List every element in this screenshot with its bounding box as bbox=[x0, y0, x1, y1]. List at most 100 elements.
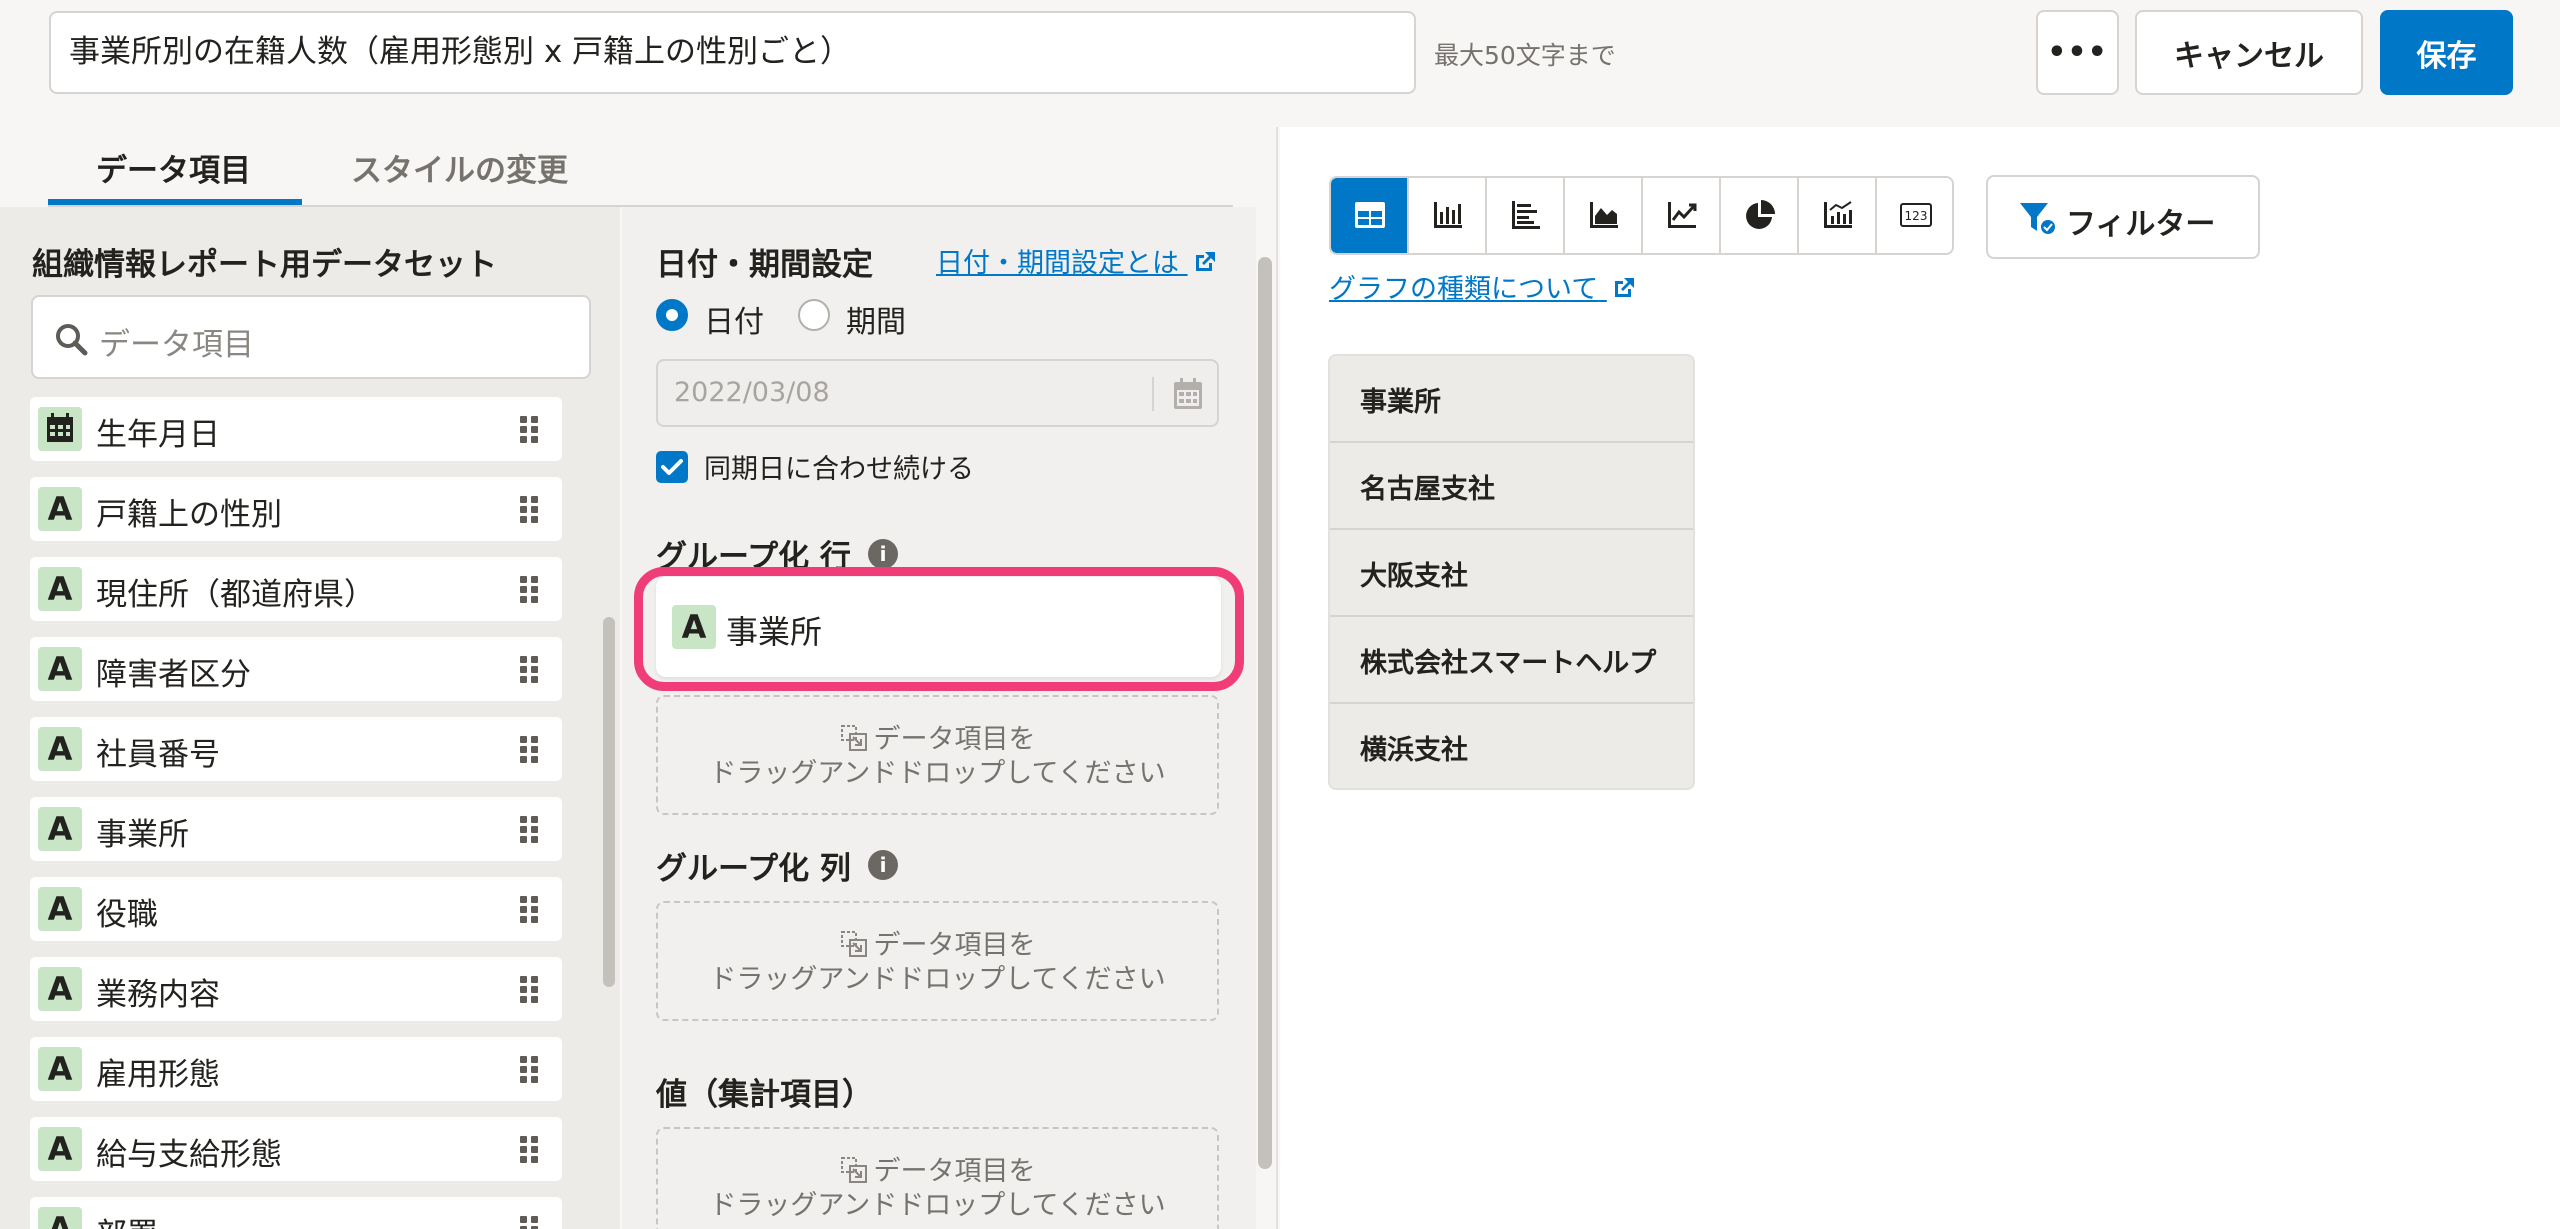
drag-handle-icon[interactable] bbox=[518, 1214, 540, 1229]
date-field-divider bbox=[1152, 377, 1154, 411]
area-chart-icon bbox=[1590, 202, 1618, 228]
list-item[interactable]: A 給与支給形態 bbox=[30, 1117, 562, 1181]
table-row: 横浜支社 bbox=[1330, 704, 1693, 788]
table-header-row: 事業所 bbox=[1330, 356, 1693, 443]
sync-date-checkbox[interactable] bbox=[656, 451, 688, 483]
info-icon[interactable]: i bbox=[868, 539, 898, 569]
table-row: 大阪支社 bbox=[1330, 530, 1693, 617]
text-type-icon: A bbox=[38, 807, 82, 851]
values-dropzone[interactable]: データ項目を ドラッグアンドドロップしてください bbox=[656, 1127, 1219, 1229]
chart-type-line-button[interactable] bbox=[1643, 178, 1721, 253]
chart-type-pie-button[interactable] bbox=[1721, 178, 1799, 253]
date-setting-title: 日付・期間設定 bbox=[656, 247, 873, 283]
list-item-label: 障害者区分 bbox=[96, 657, 251, 693]
info-icon[interactable]: i bbox=[868, 850, 898, 880]
search-placeholder: データ項目 bbox=[99, 327, 254, 363]
dropzone-line2: ドラッグアンドドロップしてください bbox=[709, 1190, 1166, 1221]
list-item-label: 生年月日 bbox=[96, 417, 220, 453]
drag-handle-icon[interactable] bbox=[518, 414, 540, 444]
drag-handle-icon[interactable] bbox=[518, 654, 540, 684]
chart-type-bar-button[interactable] bbox=[1409, 178, 1487, 253]
dataset-title: 組織情報レポート用データセット bbox=[32, 247, 497, 283]
chart-type-area-button[interactable] bbox=[1565, 178, 1643, 253]
list-item-label: 戸籍上の性別 bbox=[96, 497, 282, 533]
drop-icon bbox=[840, 1157, 867, 1183]
radio-date-label: 日付 bbox=[704, 305, 764, 340]
list-item[interactable]: A 部署 bbox=[30, 1197, 562, 1229]
text-type-icon: A bbox=[38, 1207, 82, 1229]
search-icon bbox=[56, 324, 88, 356]
drag-handle-icon[interactable] bbox=[518, 894, 540, 924]
chart-type-number-button[interactable]: 123 bbox=[1877, 178, 1952, 253]
more-options-button[interactable]: ••• bbox=[2036, 10, 2119, 95]
list-item[interactable]: 生年月日 bbox=[30, 397, 562, 461]
list-item-label: 社員番号 bbox=[96, 737, 220, 773]
list-item-label: 役職 bbox=[96, 897, 158, 933]
radio-date[interactable] bbox=[656, 299, 688, 331]
text-type-icon: A bbox=[672, 605, 716, 649]
data-item-search-input[interactable]: データ項目 bbox=[31, 295, 591, 379]
dropzone-line2: ドラッグアンドドロップしてください bbox=[709, 758, 1166, 789]
list-item[interactable]: A 役職 bbox=[30, 877, 562, 941]
text-type-icon: A bbox=[38, 487, 82, 531]
table-header-cell: 事業所 bbox=[1360, 387, 1441, 418]
number-icon-text: 123 bbox=[1905, 209, 1928, 223]
calendar-icon bbox=[38, 407, 82, 451]
drag-handle-icon[interactable] bbox=[518, 814, 540, 844]
chart-types-help-link[interactable]: グラフの種類について bbox=[1329, 267, 1637, 306]
group-col-title: グループ化 列 bbox=[656, 851, 851, 887]
drag-handle-icon[interactable] bbox=[518, 1134, 540, 1164]
group-row-dropzone[interactable]: データ項目を ドラッグアンドドロップしてください bbox=[656, 695, 1219, 815]
data-item-list-scrollbar[interactable] bbox=[603, 617, 615, 987]
drag-handle-icon[interactable] bbox=[518, 574, 540, 604]
combo-chart-icon bbox=[1824, 201, 1852, 228]
calendar-icon[interactable] bbox=[1172, 377, 1204, 411]
table-icon bbox=[1355, 202, 1385, 228]
date-value: 2022/03/08 bbox=[674, 377, 830, 408]
sync-date-label: 同期日に合わせ続ける bbox=[704, 454, 974, 485]
group-row-chip[interactable]: A 事業所 bbox=[656, 577, 1221, 677]
text-type-icon: A bbox=[38, 727, 82, 771]
drag-handle-icon[interactable] bbox=[518, 1054, 540, 1084]
date-input[interactable]: 2022/03/08 bbox=[656, 359, 1219, 427]
list-item[interactable]: A 戸籍上の性別 bbox=[30, 477, 562, 541]
group-col-dropzone[interactable]: データ項目を ドラッグアンドドロップしてください bbox=[656, 901, 1219, 1021]
top-bar: 事業所別の在籍人数（雇用形態別 x 戸籍上の性別ごと） 最大50文字まで •••… bbox=[0, 0, 2560, 127]
tab-style-settings[interactable]: スタイルの変更 bbox=[351, 145, 568, 190]
drag-handle-icon[interactable] bbox=[518, 974, 540, 1004]
list-item-label: 現住所（都道府県） bbox=[96, 577, 375, 613]
table-row: 名古屋支社 bbox=[1330, 443, 1693, 530]
drag-handle-icon[interactable] bbox=[518, 734, 540, 764]
dataset-column: 組織情報レポート用データセット データ項目 生年月日 A 戸籍上の性別 A 現住… bbox=[0, 207, 620, 1229]
list-item[interactable]: A 業務内容 bbox=[30, 957, 562, 1021]
table-row: 株式会社スマートヘルプ bbox=[1330, 617, 1693, 704]
date-help-link-label: 日付・期間設定とは bbox=[936, 248, 1179, 279]
table-cell: 株式会社スマートヘルプ bbox=[1360, 648, 1657, 679]
drag-handle-icon[interactable] bbox=[518, 494, 540, 524]
list-item[interactable]: A 社員番号 bbox=[30, 717, 562, 781]
chart-type-horizontal-bar-button[interactable] bbox=[1487, 178, 1565, 253]
radio-period[interactable] bbox=[798, 299, 830, 331]
date-help-link[interactable]: 日付・期間設定とは bbox=[936, 241, 1218, 280]
chart-type-combo-button[interactable] bbox=[1799, 178, 1877, 253]
group-row-chip-label: 事業所 bbox=[726, 613, 823, 651]
save-button[interactable]: 保存 bbox=[2380, 10, 2513, 95]
filter-icon bbox=[2020, 203, 2057, 236]
settings-scrollbar[interactable] bbox=[1258, 257, 1272, 1169]
editor-tabs: データ項目 スタイルの変更 bbox=[48, 127, 1233, 207]
cancel-button[interactable]: キャンセル bbox=[2135, 10, 2363, 95]
list-item-label: 部署 bbox=[96, 1209, 158, 1229]
filter-button[interactable]: フィルター bbox=[1986, 175, 2260, 259]
list-item[interactable]: A 現住所（都道府県） bbox=[30, 557, 562, 621]
filter-label: フィルター bbox=[2066, 207, 2216, 242]
list-item[interactable]: A 事業所 bbox=[30, 797, 562, 861]
settings-content: 日付・期間設定 日付・期間設定とは 日付 期間 2022/03/08 同期日に合… bbox=[622, 207, 1256, 1229]
tab-data-items[interactable]: データ項目 bbox=[96, 145, 251, 190]
number-icon: 123 bbox=[1900, 203, 1932, 227]
chart-type-table-button[interactable] bbox=[1331, 178, 1409, 253]
drop-icon bbox=[840, 931, 867, 957]
report-title-input[interactable]: 事業所別の在籍人数（雇用形態別 x 戸籍上の性別ごと） bbox=[49, 11, 1416, 94]
active-tab-indicator bbox=[48, 199, 302, 205]
list-item[interactable]: A 雇用形態 bbox=[30, 1037, 562, 1101]
list-item[interactable]: A 障害者区分 bbox=[30, 637, 562, 701]
